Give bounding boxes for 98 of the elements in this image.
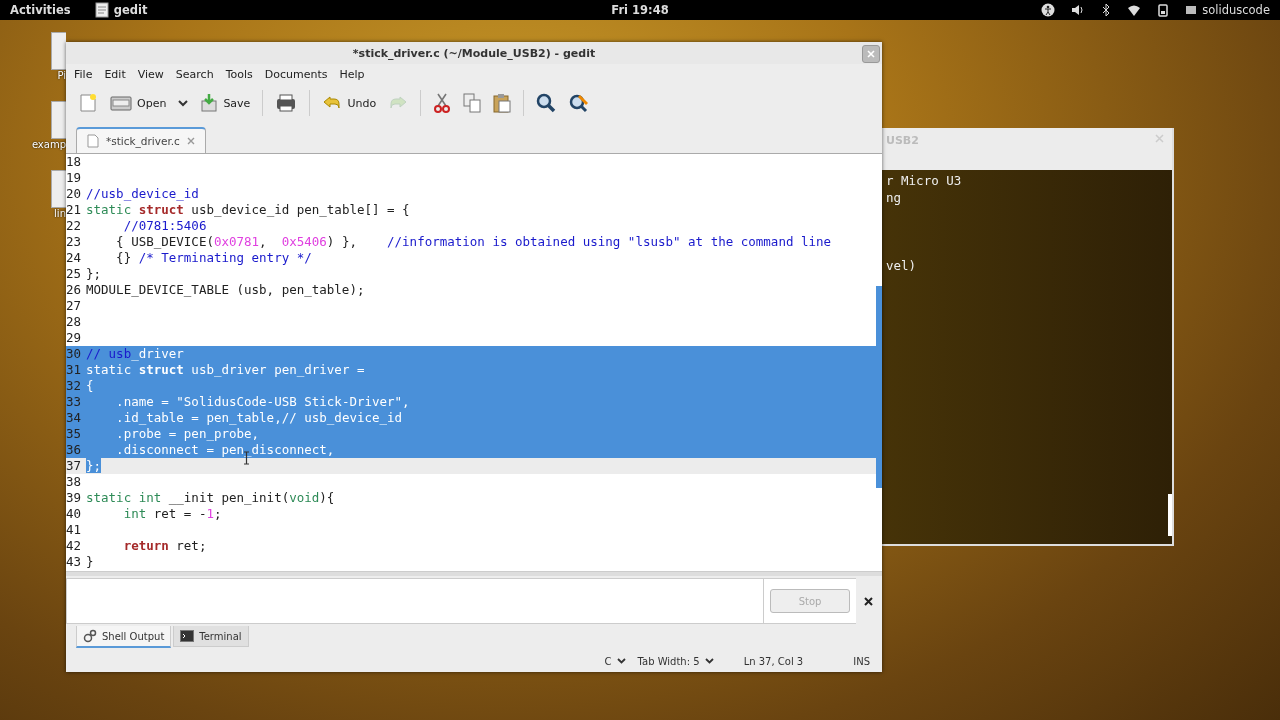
toolbar-button[interactable]: Open [106,89,171,117]
new-document-icon [78,93,98,113]
line-number: 34 [66,410,83,426]
folder-icon [110,94,132,112]
tab-width-dropdown[interactable]: Tab Width: 5 [637,655,714,667]
menu-item[interactable]: Help [333,67,371,81]
menu-item[interactable]: Search [169,67,220,81]
clipboard-icon [493,93,512,113]
activities-button[interactable]: Activities [10,3,71,17]
code-line: static int __init pen_init(void){ [86,490,335,506]
battery-icon[interactable] [1157,3,1170,17]
terminal-line: vel) [885,257,918,274]
code-line: { USB_DEVICE(0x0781, 0x5406) }, //information is obtained using "lsusb" at the command line [115,234,832,250]
code-line: int ret = -1; [122,506,222,522]
code-line: {} /* Terminating entry */ [115,250,312,266]
window-title: *stick_driver.c (~/Module_USB2) - gedit [352,46,596,60]
gears-icon [83,629,97,643]
line-number: 42 [66,538,83,554]
file-icon[interactable] [51,101,66,139]
line-number: 22 [66,218,83,234]
insert-mode: INS [853,655,870,667]
code-line: //usb_device_id [86,186,199,202]
line-number: 30 [66,346,83,362]
toolbar-button[interactable]: Save [196,89,255,117]
terminal-line: r Micro U3 [885,172,963,189]
code-line: MODULE_DEVICE_TABLE (usb, pen_table); [86,282,365,298]
panel-tab[interactable]: Terminal [173,626,249,647]
panel-tab[interactable]: Shell Output [76,626,172,648]
menu-item[interactable]: Edit [98,67,132,81]
line-number: 21 [66,202,83,218]
redo-arrow-icon [388,95,409,111]
code-line: //0781:5406 [122,218,207,234]
line-number: 40 [66,506,83,522]
line-number: 26 [66,282,83,298]
line-number: 41 [66,522,83,538]
line-number: 32 [66,378,83,394]
line-number: 36 [66,442,83,458]
line-number: 38 [66,474,83,490]
code-line: static struct usb_device_id pen_table[] = { [86,202,410,218]
desktop-icon-label[interactable]: Pi [57,70,66,81]
scissors-icon [433,93,452,113]
desktop-icon-label[interactable]: examp [31,139,66,150]
line-number: 31 [66,362,83,378]
code-line: return ret; [122,538,207,554]
code-line: static struct usb_driver pen_driver = [86,362,365,378]
accessibility-icon[interactable] [1041,3,1056,17]
code-line: // usb_driver [86,346,184,362]
code-line: } [86,554,94,570]
line-number: 35 [66,426,83,442]
code-line: }; [86,266,102,282]
line-number: 33 [66,394,83,410]
bluetooth-icon[interactable] [1101,3,1112,17]
toolbar-button[interactable]: Undo [318,89,381,117]
clock[interactable]: Fri 19:48 [611,3,669,17]
close-button[interactable] [862,45,880,63]
menu-item[interactable]: Tools [219,67,259,81]
document-icon [87,134,99,148]
cursor-position: Ln 37, Col 3 [743,655,804,667]
line-number: 20 [66,186,83,202]
line-number: 37 [66,458,83,474]
save-icon [200,93,219,113]
copy-icon [463,93,482,113]
caret-icon [704,658,714,664]
line-number: 39 [66,490,83,506]
line-number: 28 [66,314,83,330]
menu-item[interactable]: File [68,67,99,81]
language-dropdown[interactable]: C [604,655,626,667]
scrollbar[interactable] [1168,494,1172,536]
line-number: 23 [66,234,83,250]
printer-icon [275,93,298,113]
line-number: 29 [66,330,83,346]
line-number: 43 [66,554,83,570]
volume-icon[interactable] [1071,3,1086,17]
search-icon [536,93,557,113]
undo-arrow-icon [322,95,343,111]
menu-item[interactable]: View [131,67,170,81]
user-menu[interactable]: soliduscode [1185,3,1270,17]
wifi-icon[interactable] [1127,3,1142,17]
menu-item[interactable]: Documents [258,67,334,81]
close-icon[interactable] [864,596,873,606]
terminal-line: ng [885,189,903,206]
close-icon [867,50,875,58]
find-replace-icon [568,93,591,113]
caret-icon [178,99,189,107]
desktop-icon-label[interactable]: lin [54,208,66,219]
line-number: 27 [66,298,83,314]
terminal-icon [180,630,195,642]
line-number: 18 [66,154,83,170]
file-icon[interactable] [51,170,66,208]
document-icon [94,2,109,18]
scrollbar-thumb[interactable] [876,286,882,488]
line-number: 25 [66,266,83,282]
line-number: 24 [66,250,83,266]
app-menu[interactable]: gedit [94,2,148,18]
file-icon[interactable] [51,32,66,70]
document-tab[interactable]: *stick_driver.c [76,127,206,153]
line-number: 19 [66,170,83,186]
caret-icon [616,658,626,664]
